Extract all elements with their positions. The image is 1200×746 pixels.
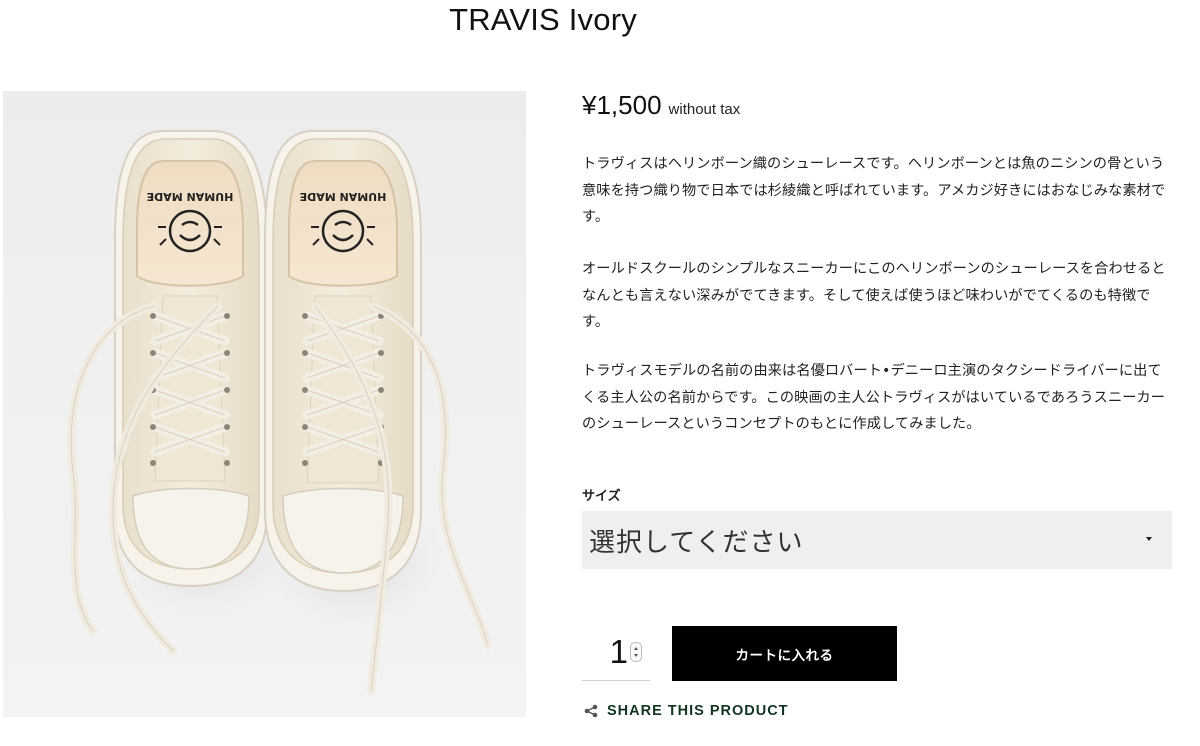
product-title: TRAVIS Ivory xyxy=(449,2,637,37)
stepper-up-icon[interactable] xyxy=(634,647,638,650)
description-paragraph: トラヴィスはヘリンボーン織のシューレースです。ヘリンボーンとは魚のニシンの骨とい… xyxy=(582,156,1166,225)
share-icon xyxy=(584,704,598,718)
product-image: HUMAN MADE HUMAN MADE xyxy=(3,91,526,717)
price-row: ¥1,500 without tax xyxy=(582,90,740,121)
size-select-value: 選択してください xyxy=(589,527,804,558)
description-paragraph: オールドスクールのシンプルなスニーカーにこのヘリンボーンのシューレースを合わせる… xyxy=(582,261,1166,330)
size-select[interactable]: 選択してください xyxy=(582,511,1172,569)
share-label: SHARE THIS PRODUCT xyxy=(607,703,789,719)
product-page: TRAVIS Ivory HUMAN MADE HUMAN MADE ¥1,50… xyxy=(0,0,1200,746)
description-paragraph: トラヴィスモデルの名前の由来は名優ロバート•デニーロ主演のタクシードライバーに出… xyxy=(582,363,1166,432)
quantity-value: 1 xyxy=(609,633,628,670)
svg-text:HUMAN MADE: HUMAN MADE xyxy=(147,190,234,203)
quantity-stepper[interactable] xyxy=(630,642,642,662)
quantity-input[interactable]: 1 xyxy=(582,626,650,681)
add-to-cart-button[interactable]: カートに入れる xyxy=(672,626,897,681)
tax-note: without tax xyxy=(668,101,741,118)
stepper-down-icon[interactable] xyxy=(634,654,638,657)
svg-text:HUMAN MADE: HUMAN MADE xyxy=(300,190,387,203)
size-label: サイズ xyxy=(582,489,621,504)
left-shoe: HUMAN MADE xyxy=(67,130,268,655)
caret-down-icon xyxy=(1146,537,1152,541)
price: ¥1,500 xyxy=(582,90,662,120)
share-product-link[interactable]: SHARE THIS PRODUCT xyxy=(584,703,789,719)
